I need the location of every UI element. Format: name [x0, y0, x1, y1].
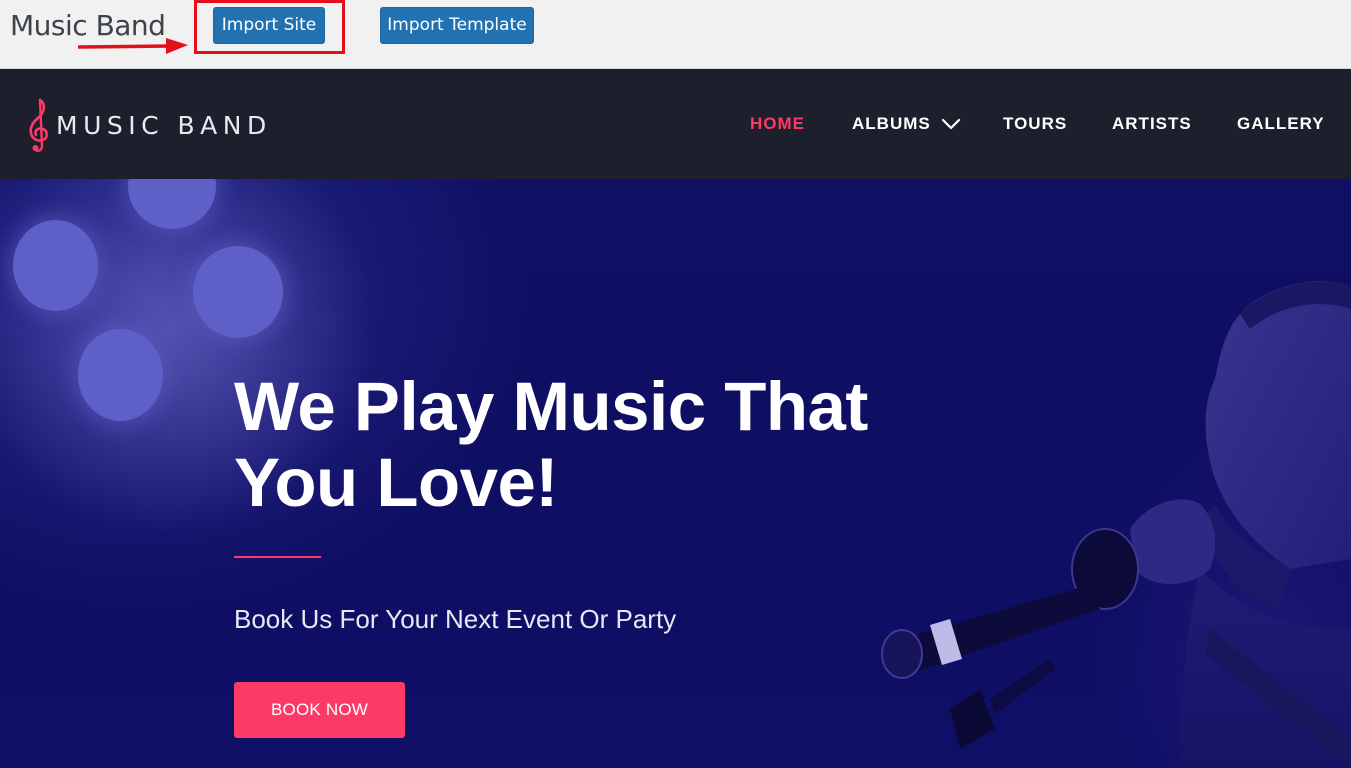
nav-gallery[interactable]: GALLERY [1237, 112, 1325, 136]
nav-artists[interactable]: ARTISTS [1112, 112, 1192, 136]
stage-light [78, 329, 163, 421]
hero-divider [234, 556, 321, 558]
admin-topbar: Music Band Import Site Import Template [0, 0, 1351, 69]
red-arrow-icon [78, 38, 188, 54]
nav-artists-label: ARTISTS [1112, 114, 1192, 133]
book-now-button[interactable]: BOOK NOW [234, 682, 405, 738]
hero-subtitle: Book Us For Your Next Event Or Party [234, 604, 677, 634]
hero-title: We Play Music That You Love! [234, 368, 868, 521]
chevron-down-icon [941, 118, 960, 130]
nav-home[interactable]: HOME [750, 112, 805, 136]
nav-tours[interactable]: TOURS [1003, 112, 1067, 136]
site-logo[interactable]: MUSIC BAND [26, 96, 272, 154]
nav-albums-label: ALBUMS [852, 114, 931, 133]
import-template-button[interactable]: Import Template [380, 7, 534, 44]
stage-light [193, 246, 283, 338]
site-header: MUSIC BAND HOME ALBUMS TOURS ARTISTS GAL… [0, 69, 1351, 179]
treble-clef-icon [29, 98, 49, 152]
nav-gallery-label: GALLERY [1237, 114, 1325, 133]
nav-albums[interactable]: ALBUMS [852, 112, 961, 136]
stage-light [13, 220, 98, 311]
import-site-button[interactable]: Import Site [213, 7, 325, 44]
nav-tours-label: TOURS [1003, 114, 1068, 133]
logo-text: MUSIC BAND [56, 110, 272, 140]
hero-section: We Play Music That You Love! Book Us For… [0, 179, 1351, 768]
nav-home-label: HOME [750, 114, 805, 133]
